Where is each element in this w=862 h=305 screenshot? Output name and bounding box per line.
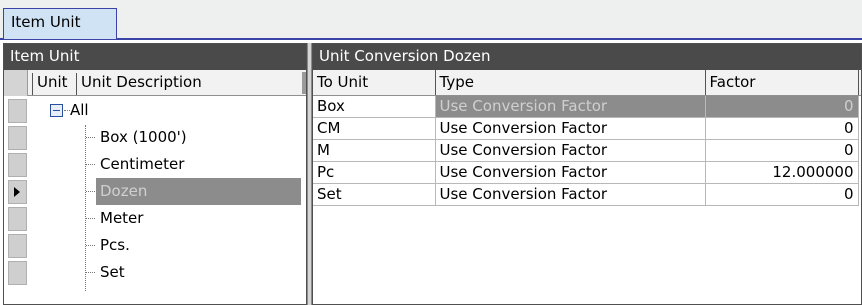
table-row[interactable]: Pc Use Conversion Factor 12.000000 <box>313 161 861 184</box>
tree-node-label: Centimeter <box>100 155 185 173</box>
type-cell[interactable]: Use Conversion Factor <box>435 183 706 206</box>
tab-item-unit[interactable]: Item Unit <box>3 8 117 39</box>
column-header-factor[interactable]: Factor <box>705 70 859 96</box>
row-selector[interactable] <box>8 261 27 285</box>
tree-row-all[interactable]: All <box>4 97 306 124</box>
tree-row-set[interactable]: Set <box>4 259 306 286</box>
table-row[interactable]: Box Use Conversion Factor 0 <box>313 95 861 118</box>
factor-cell[interactable]: 12.000000 <box>705 161 859 184</box>
column-header-unit-description[interactable]: Unit Description <box>76 73 302 95</box>
tree-row-pcs[interactable]: Pcs. <box>4 232 306 259</box>
type-cell[interactable]: Use Conversion Factor <box>435 161 706 184</box>
to-unit-cell[interactable]: Box <box>313 95 436 118</box>
tree-row-dozen[interactable]: Dozen <box>4 178 306 205</box>
table-row[interactable]: CM Use Conversion Factor 0 <box>313 117 861 140</box>
tree-node-label: All <box>70 101 89 119</box>
unit-conversion-panel: Unit Conversion Dozen To Unit Type Facto… <box>312 43 862 305</box>
tree-row-centimeter[interactable]: Centimeter <box>4 151 306 178</box>
factor-cell[interactable]: 0 <box>705 183 859 206</box>
tree-node-label: Set <box>100 263 125 281</box>
header-end-bar <box>302 72 306 94</box>
type-cell[interactable]: Use Conversion Factor <box>435 117 706 140</box>
column-header-unit[interactable]: Unit <box>32 73 74 95</box>
unit-tree: All Box (1000') Centimeter Dozen Meter P… <box>4 97 306 291</box>
tree-row-box[interactable]: Box (1000') <box>4 124 306 151</box>
column-header-to-unit[interactable]: To Unit <box>313 70 436 96</box>
type-cell[interactable]: Use Conversion Factor <box>435 139 706 162</box>
column-header-filler <box>858 70 861 96</box>
to-unit-cell[interactable]: CM <box>313 117 436 140</box>
factor-cell[interactable]: 0 <box>705 139 859 162</box>
table-row[interactable]: M Use Conversion Factor 0 <box>313 139 861 162</box>
unit-conversion-grid: To Unit Type Factor Box Use Conversion F… <box>313 70 861 206</box>
item-unit-panel: Item Unit Unit Unit Description All Box … <box>3 43 307 305</box>
tree-node-label: Pcs. <box>100 236 130 254</box>
item-unit-panel-title: Item Unit <box>4 44 306 70</box>
header-selector <box>4 70 28 96</box>
row-selector[interactable] <box>8 234 27 258</box>
to-unit-cell[interactable]: M <box>313 139 436 162</box>
row-selector[interactable] <box>8 207 27 231</box>
factor-cell[interactable]: 0 <box>705 117 859 140</box>
unit-conversion-panel-title: Unit Conversion Dozen <box>313 44 861 70</box>
table-row[interactable]: Set Use Conversion Factor 0 <box>313 183 861 206</box>
column-header-type[interactable]: Type <box>435 70 706 96</box>
row-selector[interactable] <box>8 99 27 123</box>
to-unit-cell[interactable]: Pc <box>313 161 436 184</box>
collapse-icon[interactable] <box>50 104 63 117</box>
tree-node-label: Meter <box>100 209 144 227</box>
row-selector[interactable] <box>8 153 27 177</box>
row-selector[interactable] <box>8 126 27 150</box>
row-selector[interactable] <box>8 180 27 204</box>
to-unit-cell[interactable]: Set <box>313 183 436 206</box>
tab-strip: Item Unit <box>0 0 862 40</box>
tree-node-label: Dozen <box>100 182 148 200</box>
current-row-arrow-icon <box>14 187 20 197</box>
item-unit-grid-header: Unit Unit Description <box>4 70 306 96</box>
tree-node-label: Box (1000') <box>100 128 187 146</box>
tree-row-meter[interactable]: Meter <box>4 205 306 232</box>
factor-cell[interactable]: 0 <box>705 95 859 118</box>
type-cell[interactable]: Use Conversion Factor <box>435 95 706 118</box>
